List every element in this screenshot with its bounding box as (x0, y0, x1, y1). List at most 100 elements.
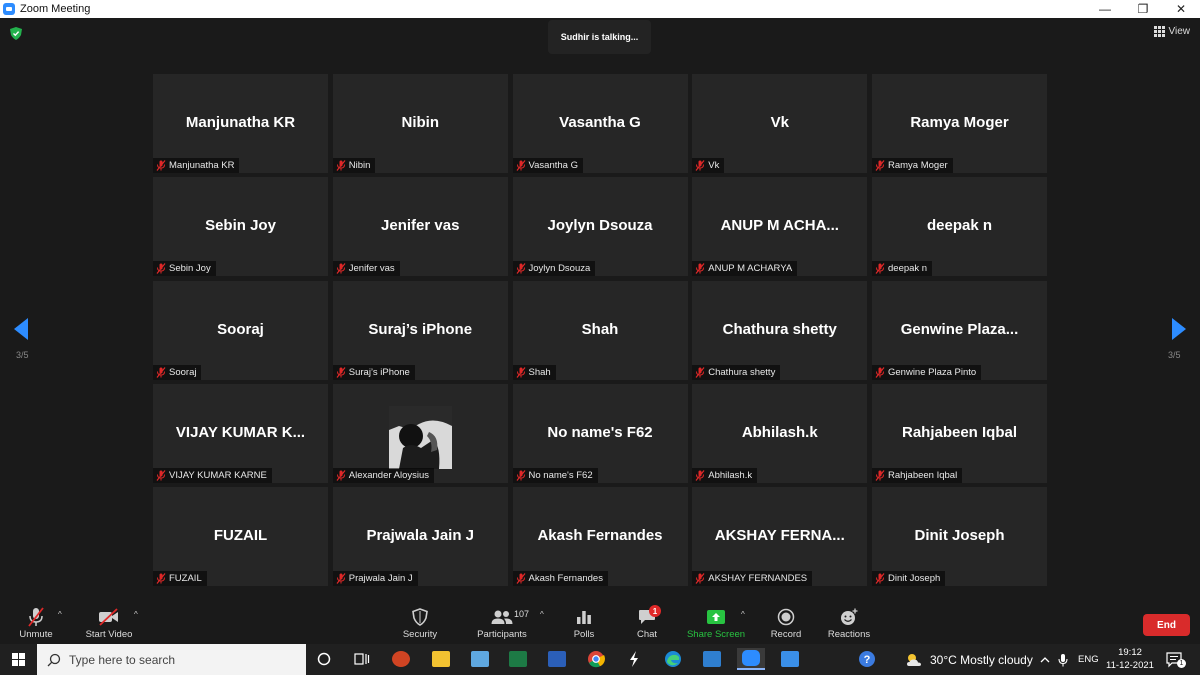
taskbar-search-box[interactable]: Type here to search (37, 644, 306, 675)
muted-mic-icon (336, 469, 346, 481)
share-screen-label: Share Screen (686, 629, 746, 640)
muted-mic-icon (695, 263, 705, 275)
audio-options-caret-icon[interactable]: ^ (58, 610, 62, 619)
participant-display-name: Prajwala Jain J (366, 527, 475, 544)
task-view-icon[interactable] (350, 648, 374, 670)
participant-display-name: Genwine Plaza... (900, 320, 1019, 338)
muted-mic-icon (516, 366, 526, 378)
microphone-tray-icon[interactable] (1058, 644, 1068, 675)
participants-icon (491, 610, 513, 624)
participant-tile[interactable]: Chathura shetty Chathura shetty (692, 280, 868, 380)
polls-button[interactable]: Polls (568, 604, 600, 644)
participant-tile[interactable]: Vasantha G Vasantha G (512, 74, 688, 173)
participant-tile[interactable]: Shah Shah (512, 280, 688, 380)
start-video-button[interactable]: Start Video (82, 604, 136, 644)
participant-tile[interactable]: Alexander Aloysius (332, 383, 508, 483)
restore-button[interactable]: ❐ (1124, 0, 1162, 18)
start-video-label: Start Video (85, 629, 133, 640)
participant-tile[interactable]: ANUP M ACHA... ANUP M ACHARYA (692, 177, 868, 277)
participant-tile[interactable]: Rahjabeen Iqbal Rahjabeen Iqbal (872, 383, 1047, 483)
share-options-caret-icon[interactable]: ^ (741, 610, 745, 619)
reactions-button[interactable]: Reactions (826, 604, 872, 644)
participant-tile[interactable]: Dinit Joseph Dinit Joseph (872, 487, 1047, 586)
participant-name-tag: Akash Fernandes (512, 571, 608, 586)
participant-display-name: ANUP M ACHA... (720, 217, 839, 235)
chrome-icon[interactable] (584, 648, 608, 670)
participant-tile[interactable]: Manjunatha KR Manjunatha KR (153, 74, 328, 173)
participant-tile[interactable]: Sebin Joy Sebin Joy (153, 177, 328, 277)
participant-tile[interactable]: Prajwala Jain J Prajwala Jain J (332, 487, 508, 586)
participant-tile[interactable]: Genwine Plaza... Genwine Plaza Pinto (872, 280, 1047, 380)
participant-tile[interactable]: AKSHAY FERNA... AKSHAY FERNANDES (692, 487, 868, 586)
zoom-share-taskbar-icon[interactable] (778, 648, 802, 670)
outlook-icon[interactable] (468, 648, 492, 670)
taskbar-clock[interactable]: 19:12 11-12-2021 (1104, 646, 1156, 672)
previous-page-arrow-icon[interactable] (14, 318, 28, 340)
muted-mic-icon (695, 366, 705, 378)
help-icon[interactable]: ? (855, 648, 879, 670)
participant-tile[interactable]: Ramya Moger Ramya Moger (872, 74, 1047, 173)
participant-tile[interactable]: Abhilash.k Abhilash.k (692, 383, 868, 483)
participant-name-label: Sooraj (169, 366, 197, 378)
participant-tile[interactable]: VIJAY KUMAR K... VIJAY KUMAR KARNE (153, 383, 328, 483)
active-speaker-indicator: Sudhir is talking... (548, 20, 651, 54)
participant-name-label: Akash Fernandes (528, 573, 603, 584)
notifications-icon[interactable]: 1 (1166, 644, 1186, 675)
participant-tile[interactable]: Suraj’s iPhone Suraj’s iPhone (332, 280, 508, 380)
security-button[interactable]: Security (400, 604, 440, 644)
participant-tile[interactable]: Jenifer vas Jenifer vas (332, 177, 508, 277)
end-meeting-button[interactable]: End (1143, 614, 1190, 636)
participants-options-caret-icon[interactable]: ^ (540, 610, 544, 619)
windows-start-icon[interactable] (12, 653, 25, 666)
participant-tile[interactable]: Nibin Nibin (332, 74, 508, 173)
participant-display-name: Akash Fernandes (537, 527, 663, 544)
participant-tile[interactable]: Vk Vk (692, 74, 868, 173)
participants-label: Participants (477, 629, 527, 640)
participant-name-label: Joylyn Dsouza (528, 263, 591, 275)
word-icon[interactable] (545, 648, 569, 670)
show-hidden-icons-chevron-icon[interactable] (1040, 644, 1050, 675)
excel-icon[interactable] (506, 648, 530, 670)
file-explorer-icon[interactable] (429, 648, 453, 670)
photos-icon[interactable] (700, 648, 724, 670)
participant-tile[interactable]: Sooraj Sooraj (153, 280, 328, 380)
close-button[interactable]: ✕ (1162, 0, 1200, 18)
minimize-button[interactable]: — (1086, 0, 1124, 18)
view-label: View (1168, 26, 1191, 37)
participant-display-name: Shah (581, 320, 619, 338)
participant-tile[interactable]: FUZAIL FUZAIL (153, 487, 328, 586)
lightning-app-icon[interactable] (622, 648, 646, 670)
encryption-shield-icon[interactable] (10, 27, 22, 40)
partly-cloudy-icon (907, 653, 921, 666)
video-options-caret-icon[interactable]: ^ (134, 610, 138, 619)
record-button[interactable]: Record (768, 604, 804, 644)
weather-widget[interactable]: 30°C Mostly cloudy (904, 644, 1033, 675)
participant-tile[interactable]: deepak n deepak n (872, 177, 1047, 277)
participant-tile[interactable]: Akash Fernandes Akash Fernandes (512, 487, 688, 586)
view-button[interactable]: View (1153, 26, 1191, 37)
zoom-taskbar-icon[interactable] (737, 648, 765, 670)
muted-mic-icon (156, 263, 166, 275)
record-label: Record (770, 629, 802, 640)
next-page-arrow-icon[interactable] (1172, 318, 1186, 340)
muted-mic-icon (516, 469, 526, 481)
powerpoint-icon[interactable] (389, 648, 413, 670)
participant-name-label: Rahjabeen Iqbal (888, 469, 958, 481)
participant-name-tag: AKSHAY FERNANDES (692, 571, 813, 586)
share-screen-button[interactable]: Share Screen (686, 604, 746, 644)
participant-tile[interactable]: Joylyn Dsouza Joylyn Dsouza (512, 177, 688, 277)
participant-display-name: FUZAIL (213, 527, 268, 544)
window-title-bar: Zoom Meeting — ❐ ✕ (0, 0, 1200, 18)
participant-tile[interactable]: No name's F62 No name's F62 (512, 383, 688, 483)
language-indicator[interactable]: ENG (1078, 644, 1099, 675)
clock-date: 11-12-2021 (1106, 660, 1154, 671)
participant-name-label: No name's F62 (528, 469, 593, 481)
participant-name-label: Abhilash.k (708, 469, 753, 481)
chat-unread-badge: 1 (649, 605, 661, 617)
participant-name-label: ANUP M ACHARYA (708, 263, 793, 275)
participant-display-name: deepak n (926, 217, 993, 235)
muted-mic-icon (156, 366, 166, 378)
unmute-button[interactable]: Unmute (16, 604, 56, 644)
edge-icon[interactable] (661, 648, 685, 670)
cortana-icon[interactable] (312, 648, 336, 670)
